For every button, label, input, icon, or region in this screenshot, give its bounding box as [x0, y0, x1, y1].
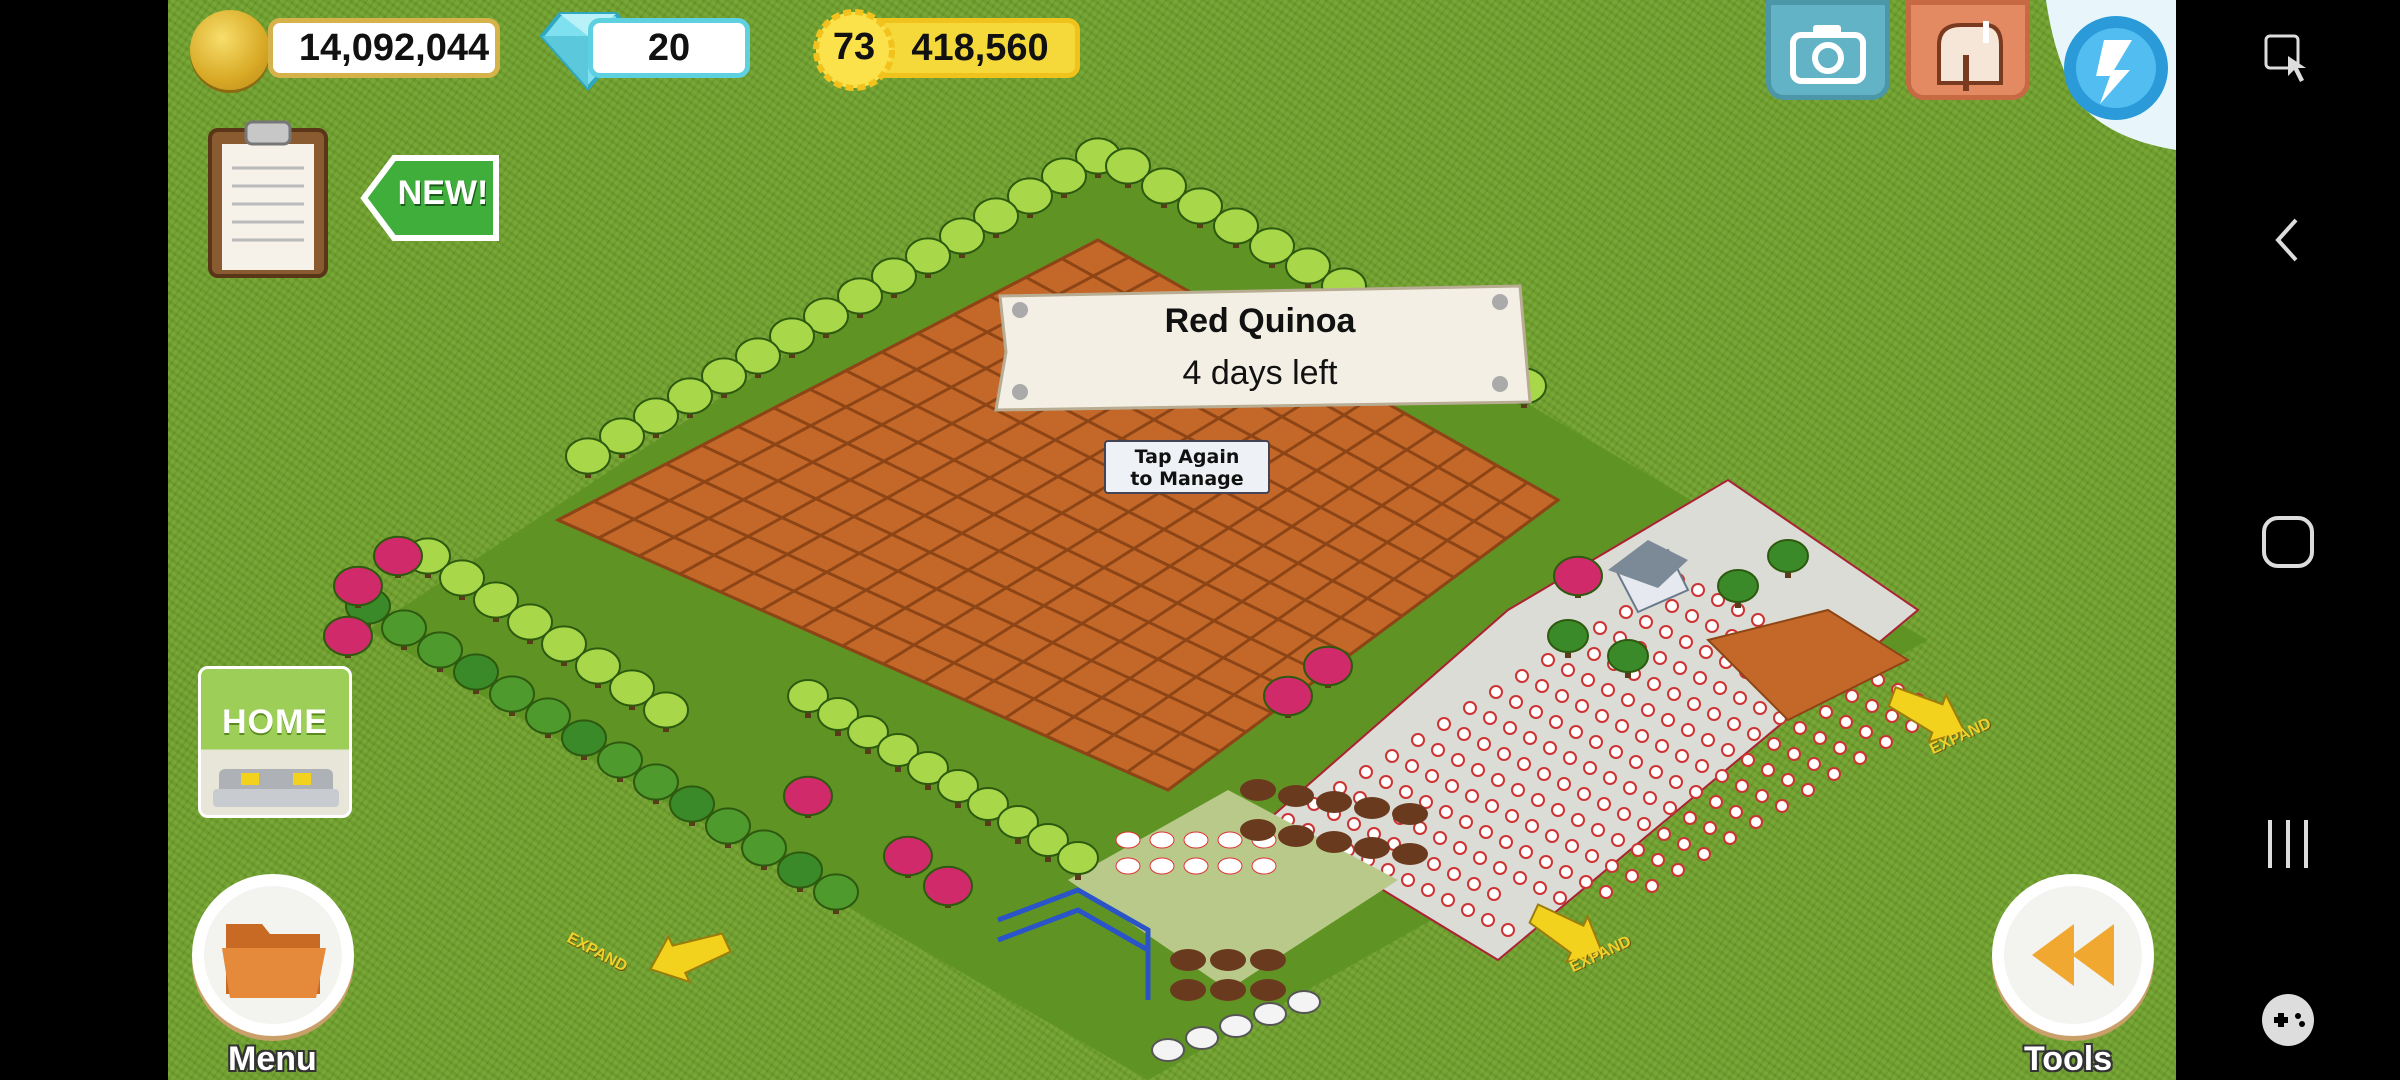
- rewind-icon: [2032, 924, 2114, 986]
- game-tools-icon: [2262, 994, 2314, 1046]
- mailbox-button[interactable]: [1906, 0, 2030, 100]
- camera-button[interactable]: [1766, 0, 1890, 100]
- system-nav-bar: [2176, 0, 2400, 1080]
- tools-label: Tools: [2024, 1040, 2113, 1078]
- new-badge[interactable]: NEW!: [360, 150, 500, 251]
- back-button[interactable]: [2176, 210, 2400, 270]
- folder-icon: [222, 924, 326, 998]
- back-icon: [2275, 218, 2298, 262]
- tap-hint-line1: Tap Again: [1134, 446, 1240, 468]
- accessibility-icon: [2264, 34, 2306, 82]
- game-viewport[interactable]: 14,092,044 20 418,560 73 NEW! Red Quinoa…: [168, 0, 2176, 1080]
- crop-time-left: 4 days left: [1182, 354, 1338, 392]
- coin-counter[interactable]: 14,092,044: [268, 18, 500, 78]
- accessibility-button[interactable]: [2176, 28, 2400, 88]
- coin-icon: [190, 10, 270, 90]
- game-tools-button[interactable]: [2176, 990, 2400, 1050]
- level-number: 73: [832, 26, 876, 68]
- menu-label: Menu: [228, 1040, 317, 1078]
- gem-counter[interactable]: 20: [588, 18, 750, 78]
- mailbox-icon: [1937, 21, 2003, 91]
- level-up-icon[interactable]: [2046, 0, 2176, 150]
- tap-hint-line2: to Manage: [1130, 468, 1244, 490]
- menu-button[interactable]: [192, 874, 354, 1036]
- new-badge-label: NEW!: [397, 174, 489, 212]
- recents-icon: [2268, 820, 2308, 868]
- camera-icon: [1790, 25, 1866, 84]
- crop-name: Red Quinoa: [1164, 302, 1356, 340]
- home-card-label: HOME: [222, 703, 328, 741]
- crop-info-sign: Red Quinoa 4 days left: [980, 282, 1540, 416]
- tools-button[interactable]: [1992, 874, 2154, 1036]
- expand-arrow-icon[interactable]: [641, 915, 735, 994]
- recents-button[interactable]: [2176, 814, 2400, 874]
- home-button[interactable]: [2176, 512, 2400, 572]
- tap-again-hint[interactable]: Tap Again to Manage: [1104, 440, 1270, 494]
- home-icon: [2262, 516, 2314, 568]
- clipboard-icon[interactable]: [206, 118, 330, 280]
- home-design-card[interactable]: HOME: [198, 666, 352, 818]
